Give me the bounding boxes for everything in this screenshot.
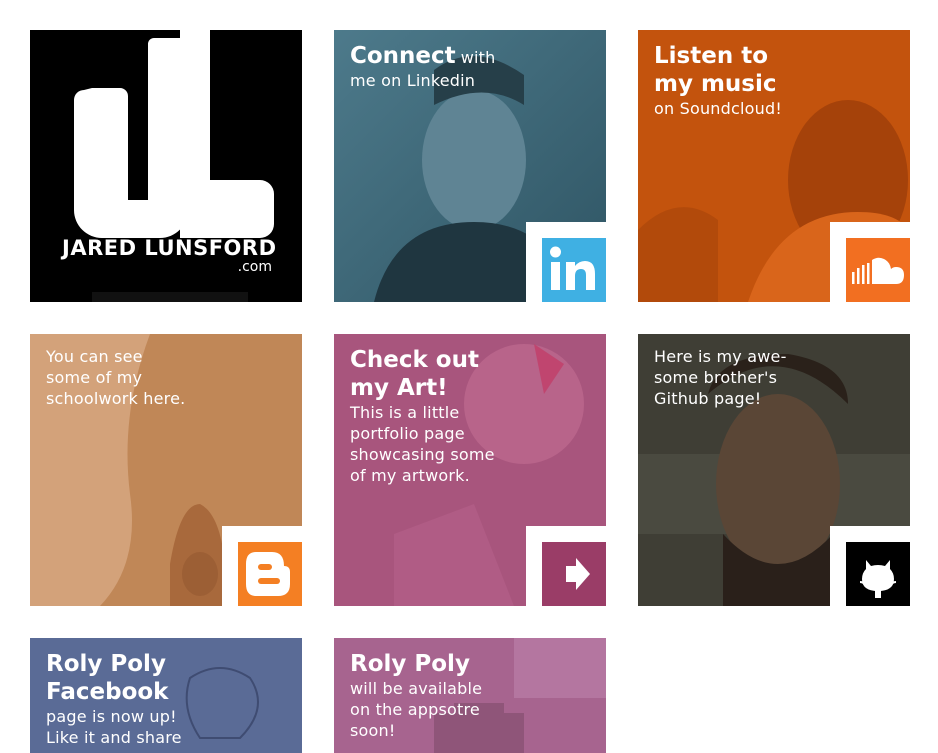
logo-domain-text: .com <box>237 259 272 275</box>
art-corner <box>526 526 606 606</box>
art-copy: Check out my Art! This is a little portf… <box>350 346 594 486</box>
soundcloud-badge[interactable] <box>846 238 910 302</box>
blogger-tile[interactable]: You can see some of my schoolwork here. <box>30 334 302 606</box>
facebook-sub: page is now up! Like it and share <box>46 707 182 747</box>
art-sub: This is a little portfolio page showcasi… <box>350 403 495 485</box>
blogger-badge[interactable] <box>238 542 302 606</box>
soundcloud-icon <box>852 257 904 284</box>
github-copy: Here is my awe- some brother's Github pa… <box>654 346 898 409</box>
facebook-copy: Roly Poly Facebook page is now up! Like … <box>46 650 290 748</box>
app-sub: will be available on the appsotre soon! <box>350 679 483 740</box>
github-badge[interactable] <box>846 542 910 606</box>
art-tile[interactable]: Check out my Art! This is a little portf… <box>334 334 606 606</box>
github-tile[interactable]: Here is my awe- some brother's Github pa… <box>638 334 910 606</box>
blogger-icon <box>246 552 290 596</box>
arrow-right-icon <box>566 558 590 590</box>
app-tile[interactable]: Roly Poly will be available on the appso… <box>334 638 606 753</box>
art-badge[interactable] <box>542 542 606 606</box>
linkedin-headline: Connect <box>350 43 456 69</box>
github-sub: Here is my awe- some brother's Github pa… <box>654 347 787 408</box>
soundcloud-tile[interactable]: Listen to my music on Soundcloud! <box>638 30 910 302</box>
linkedin-badge[interactable] <box>542 238 606 302</box>
blogger-sub: You can see some of my schoolwork here. <box>46 347 186 408</box>
art-headline: Check out my Art! <box>350 347 479 401</box>
soundcloud-sub: on Soundcloud! <box>654 99 782 118</box>
soundcloud-copy: Listen to my music on Soundcloud! <box>654 42 898 119</box>
linkedin-corner <box>526 222 606 302</box>
linkedin-icon <box>550 246 595 290</box>
github-corner <box>830 526 910 606</box>
soundcloud-headline: Listen to my music <box>654 43 777 97</box>
soundcloud-corner <box>830 222 910 302</box>
app-copy: Roly Poly will be available on the appso… <box>350 650 594 741</box>
blogger-corner <box>222 526 302 606</box>
facebook-headline: Roly Poly Facebook <box>46 651 169 705</box>
linkedin-tile[interactable]: Connect with me on Linkedin <box>334 30 606 302</box>
logo-tile[interactable]: JARED LUNSFORD .com <box>30 30 302 302</box>
blogger-copy: You can see some of my schoolwork here. <box>46 346 290 409</box>
logo-name-text: JARED LUNSFORD <box>62 236 277 260</box>
facebook-tile[interactable]: Roly Poly Facebook page is now up! Like … <box>30 638 302 753</box>
linkedin-copy: Connect with me on Linkedin <box>350 42 594 91</box>
app-headline: Roly Poly <box>350 651 470 677</box>
github-icon <box>859 560 897 598</box>
